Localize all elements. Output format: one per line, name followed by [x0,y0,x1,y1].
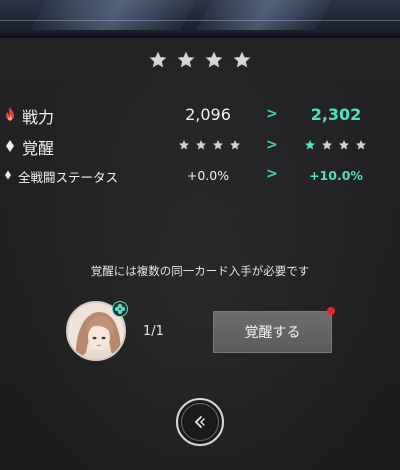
rarity-stars [0,50,400,70]
back-button[interactable] [176,398,224,446]
stat-label: 覚醒 [22,139,55,158]
awaken-requirement-notice: 覚醒には複数の同一カード入手が必要です [90,264,310,278]
clover-icon [112,301,128,317]
flame-icon [6,107,14,121]
star-icon [356,140,366,150]
increase-arrow: > [266,166,278,182]
star-icon [213,140,223,150]
stat-row-power: 戦力 2,096 > 2,302 [0,103,400,127]
awaken-button[interactable]: 覚醒する [213,311,332,353]
star-icon [196,140,206,150]
stat-label: 戦力 [22,108,55,127]
diamond-icon [5,170,11,180]
stat-next-value: +10.0% [309,168,363,183]
stat-row-awaken: 覚醒 > [0,134,400,158]
stat-current-value: +0.0% [186,168,230,183]
star-icon [233,51,251,68]
back-chevron-icon [194,416,205,428]
current-awaken-stars [178,139,241,151]
star-icon [305,140,315,150]
stat-current-value: 2,096 [185,105,231,124]
stat-label: 全戦闘ステータス [18,170,119,185]
star-icon [230,140,240,150]
stat-row-battle-status: 全戦闘ステータス +0.0% > +10.0% [0,163,400,187]
stat-next-value: 2,302 [310,105,362,124]
star-icon [149,51,167,68]
card-count: 1/1 [143,324,164,339]
star-icon [179,140,189,150]
star-icon [205,51,223,68]
top-banner-art [0,0,400,38]
increase-arrow: > [266,106,278,122]
awaken-button-label: 覚醒する [244,324,301,340]
star-icon [322,140,332,150]
diamond-icon [6,140,14,152]
increase-arrow: > [266,137,278,153]
star-icon [177,51,195,68]
star-icon [339,140,349,150]
next-awaken-stars [304,139,367,151]
notification-dot [327,307,335,315]
